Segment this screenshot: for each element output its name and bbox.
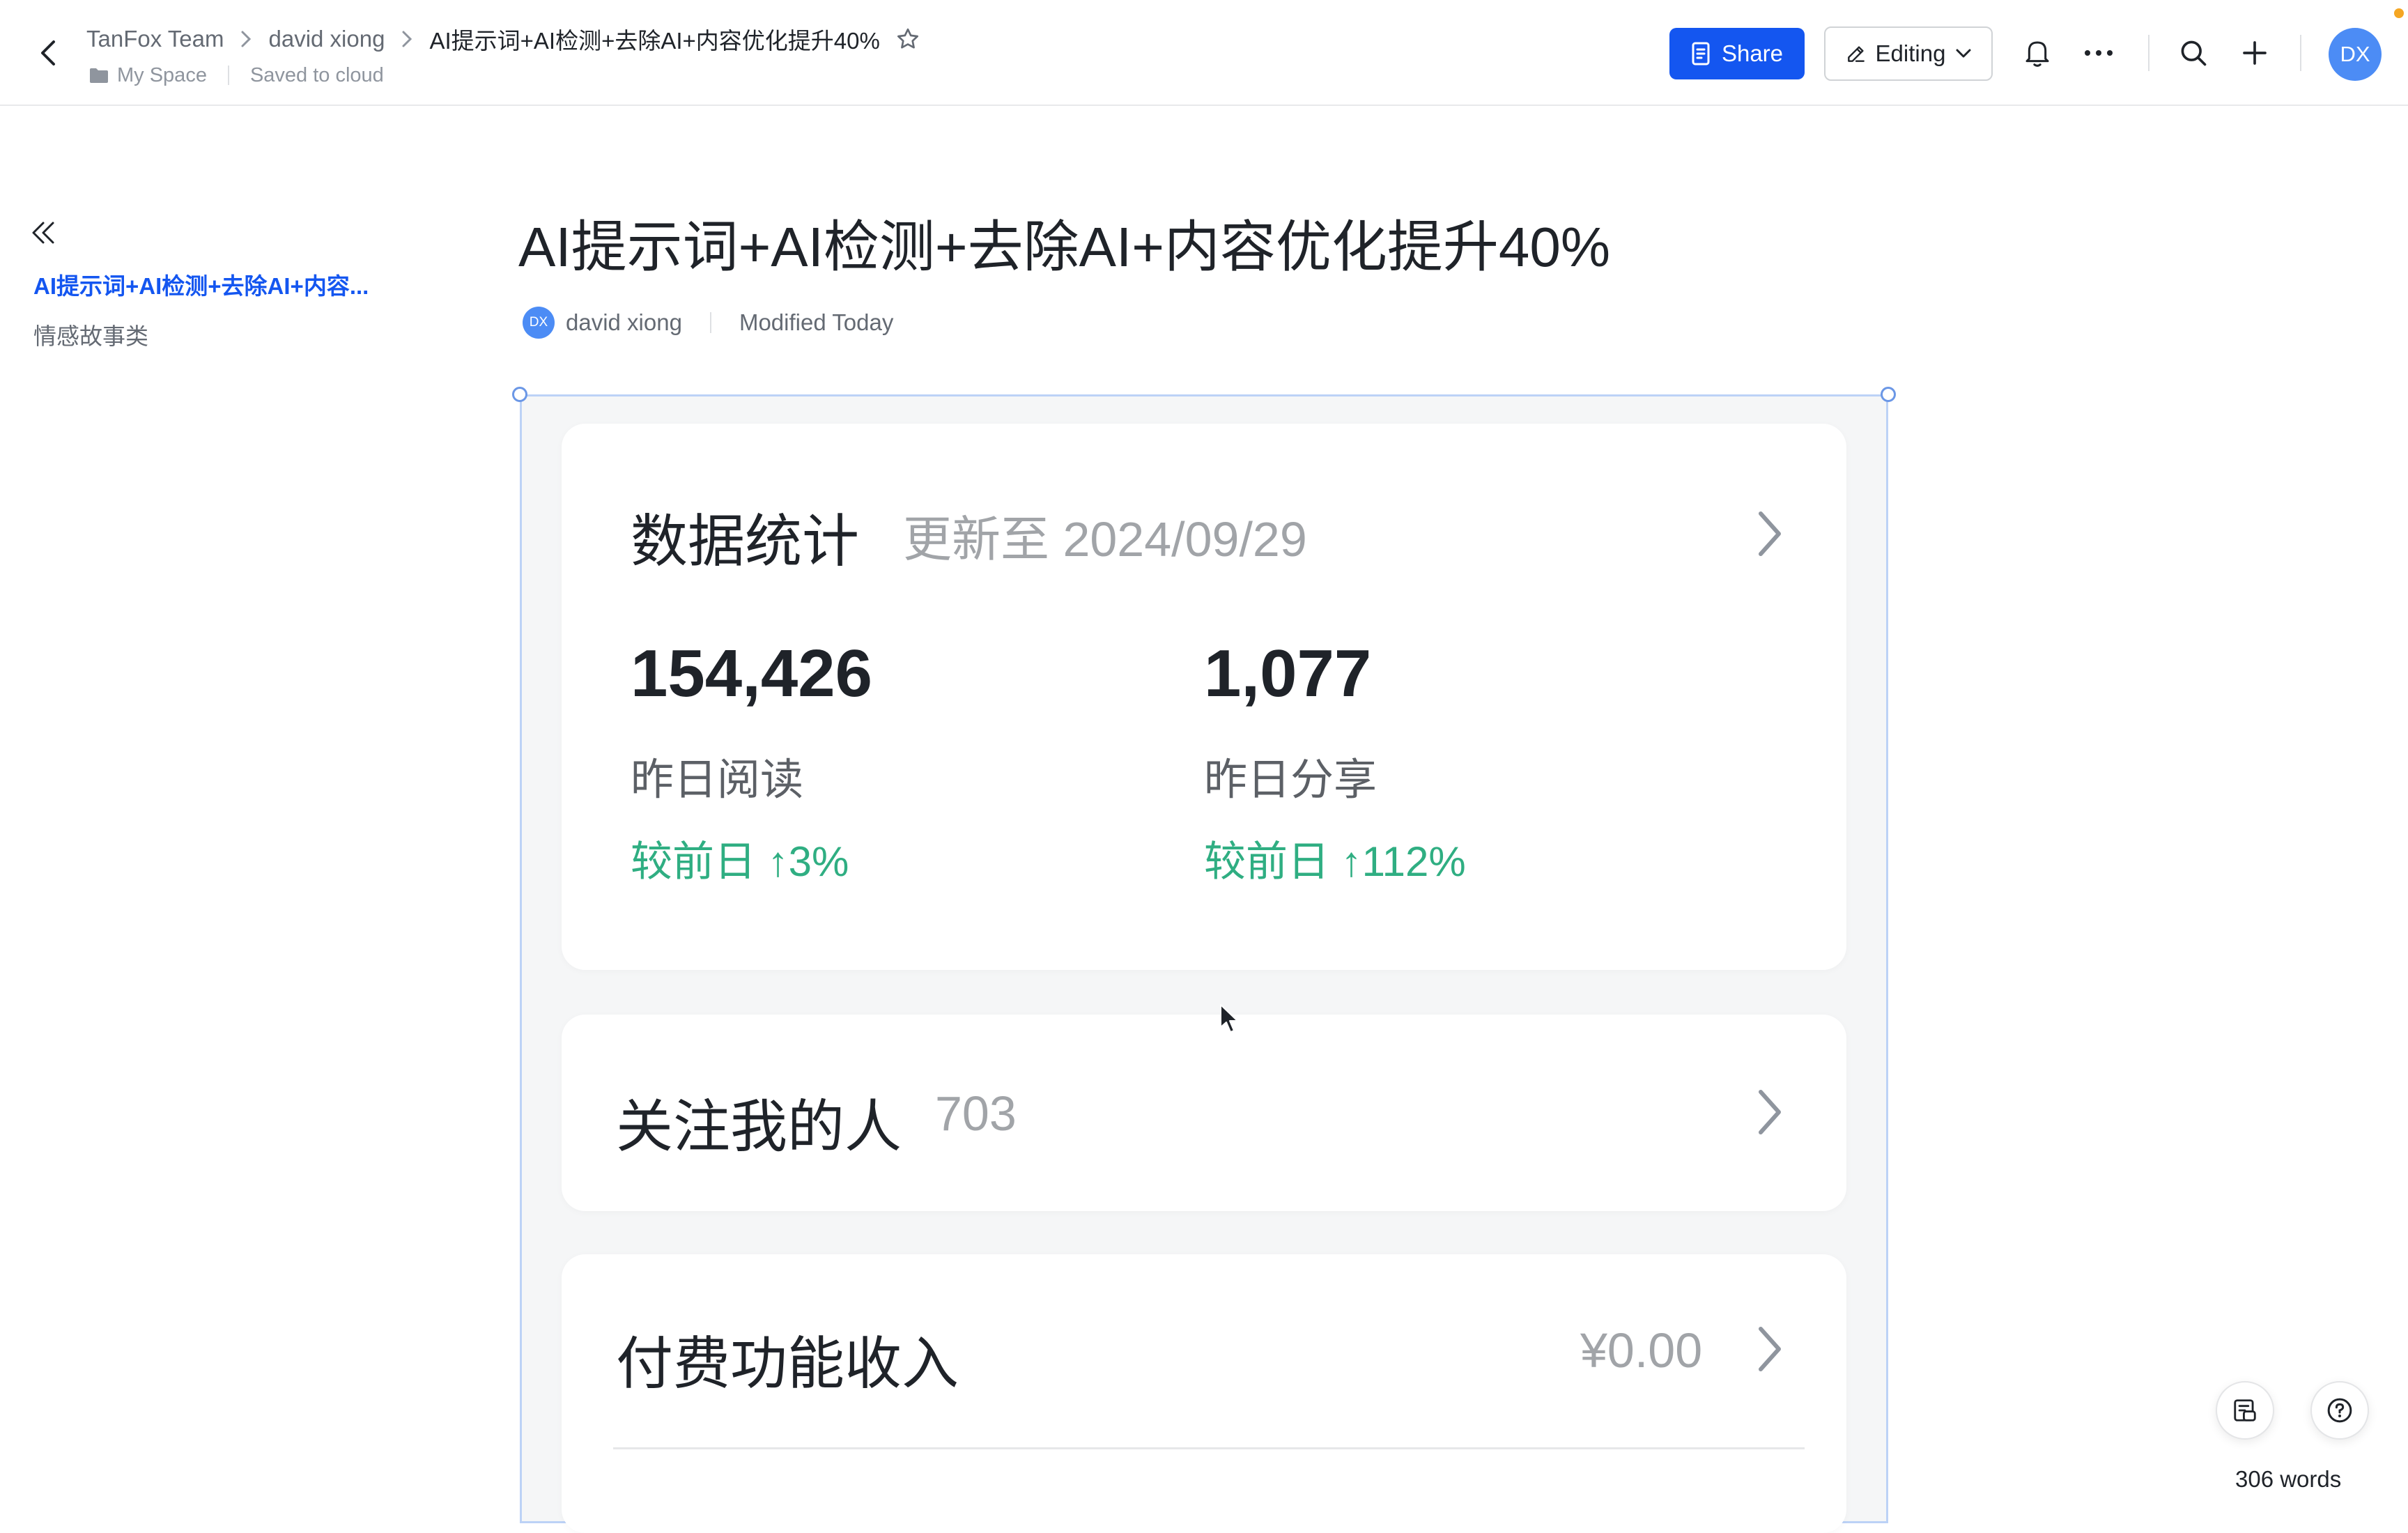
editing-mode-dropdown[interactable]: Editing: [1824, 26, 1993, 81]
divider: [709, 312, 711, 333]
followers-count: 703: [935, 1086, 1017, 1141]
plus-icon: [2243, 41, 2267, 65]
bell-icon: [2025, 41, 2049, 67]
stats-card-title: 数据统计: [631, 510, 860, 573]
document-title[interactable]: AI提示词+AI检测+去除AI+内容优化提升40%: [518, 202, 1610, 283]
chevron-right-icon: [1759, 1327, 1781, 1371]
folder-icon: [89, 67, 109, 84]
resize-handle-top-left[interactable]: [512, 387, 527, 402]
reads-change: 较前日 ↑3%: [631, 838, 849, 885]
author-name[interactable]: david xiong: [566, 309, 682, 336]
comments-button[interactable]: [2216, 1381, 2274, 1440]
author-avatar[interactable]: DX: [523, 307, 555, 339]
help-button[interactable]: [2310, 1381, 2369, 1440]
pencil-icon: [1845, 43, 1867, 65]
mouse-cursor-icon: [1219, 1003, 1240, 1038]
income-title: 付费功能收入: [616, 1332, 959, 1396]
chevron-right-icon: [1759, 1090, 1781, 1134]
shares-label: 昨日分享: [1204, 756, 1377, 804]
document-share-icon: [1692, 42, 1710, 66]
reads-value: 154,426: [631, 636, 873, 711]
double-chevron-left-icon: [32, 222, 54, 244]
income-amount: ¥0.00: [1580, 1323, 1703, 1378]
more-options-button[interactable]: [2076, 31, 2121, 75]
help-icon: [2327, 1398, 2352, 1423]
collapse-outline-button[interactable]: [25, 215, 61, 251]
stats-card-chevron[interactable]: [1749, 506, 1791, 562]
shares-change: 较前日 ↑112%: [1204, 838, 1466, 885]
save-status: Saved to cloud: [249, 63, 384, 86]
chevron-right-icon: [401, 30, 412, 48]
chevron-right-icon: [240, 30, 252, 48]
my-space-link[interactable]: My Space: [117, 64, 207, 87]
editing-label: Editing: [1875, 40, 1946, 66]
breadcrumb-user[interactable]: david xiong: [268, 26, 385, 52]
breadcrumb: TanFox Team david xiong AI提示词+AI检测+去除AI+…: [86, 24, 920, 54]
toolbar-divider: [2148, 35, 2150, 71]
breadcrumb-team[interactable]: TanFox Team: [86, 26, 224, 52]
user-avatar[interactable]: DX: [2329, 28, 2382, 81]
divider: [227, 66, 229, 85]
chevron-down-icon: [1955, 48, 1972, 59]
income-chevron[interactable]: [1749, 1321, 1791, 1377]
breadcrumb-current-doc[interactable]: AI提示词+AI检测+去除AI+内容优化提升40%: [429, 22, 879, 56]
search-button[interactable]: [2171, 31, 2216, 75]
stats-updated-date: 更新至 2024/09/29: [903, 512, 1307, 567]
doc-meta: DX david xiong Modified Today: [523, 305, 893, 340]
comment-doc-icon: [2234, 1399, 2256, 1422]
create-new-button[interactable]: [2232, 31, 2277, 75]
resize-handle-top-right[interactable]: [1881, 387, 1896, 402]
followers-title: 关注我的人: [616, 1095, 902, 1159]
reads-label: 昨日阅读: [631, 756, 804, 804]
more-horizontal-icon: [2085, 50, 2113, 56]
followers-chevron[interactable]: [1749, 1084, 1791, 1140]
search-icon: [2181, 40, 2207, 66]
shares-value: 1,077: [1204, 636, 1372, 711]
outline-item-section[interactable]: 情感故事类: [33, 318, 148, 351]
chevron-right-icon: [1759, 511, 1781, 556]
notification-dot: [2394, 8, 2404, 18]
doc-location-line: My Space Saved to cloud: [89, 61, 384, 89]
notifications-button[interactable]: [2015, 31, 2060, 75]
toolbar-divider: [2300, 35, 2301, 71]
chevron-left-icon: [41, 40, 55, 66]
modified-time: Modified Today: [739, 309, 894, 335]
card-divider: [613, 1447, 1805, 1449]
outline-item-title[interactable]: AI提示词+AI检测+去除AI+内容...: [33, 268, 369, 301]
share-button[interactable]: Share: [1669, 28, 1805, 79]
back-button[interactable]: [28, 32, 70, 74]
word-count: 306 words: [2235, 1466, 2342, 1492]
share-label: Share: [1721, 40, 1784, 66]
star-icon[interactable]: [895, 26, 920, 52]
top-bar: TanFox Team david xiong AI提示词+AI检测+去除AI+…: [0, 0, 2408, 106]
